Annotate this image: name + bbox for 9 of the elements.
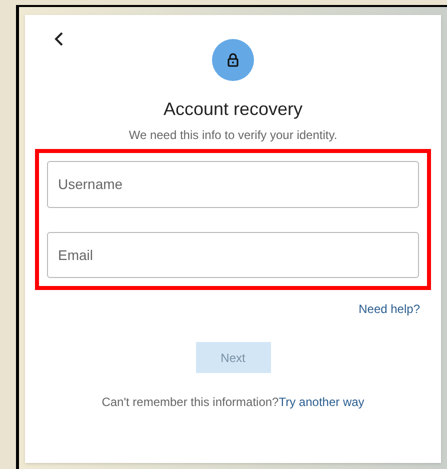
try-another-way-link[interactable]: Try another way bbox=[278, 395, 364, 409]
footer-text: Can't remember this information? bbox=[102, 395, 279, 409]
back-icon bbox=[54, 32, 64, 46]
text-field[interactable]: Username bbox=[47, 161, 419, 208]
subtitle: We need this info to verify your identity. bbox=[128, 127, 338, 144]
page-title: Account recovery bbox=[163, 98, 303, 120]
lock-icon bbox=[226, 53, 240, 67]
text-field[interactable]: Email bbox=[47, 232, 419, 278]
help-link[interactable]: Need help? bbox=[358, 300, 420, 318]
